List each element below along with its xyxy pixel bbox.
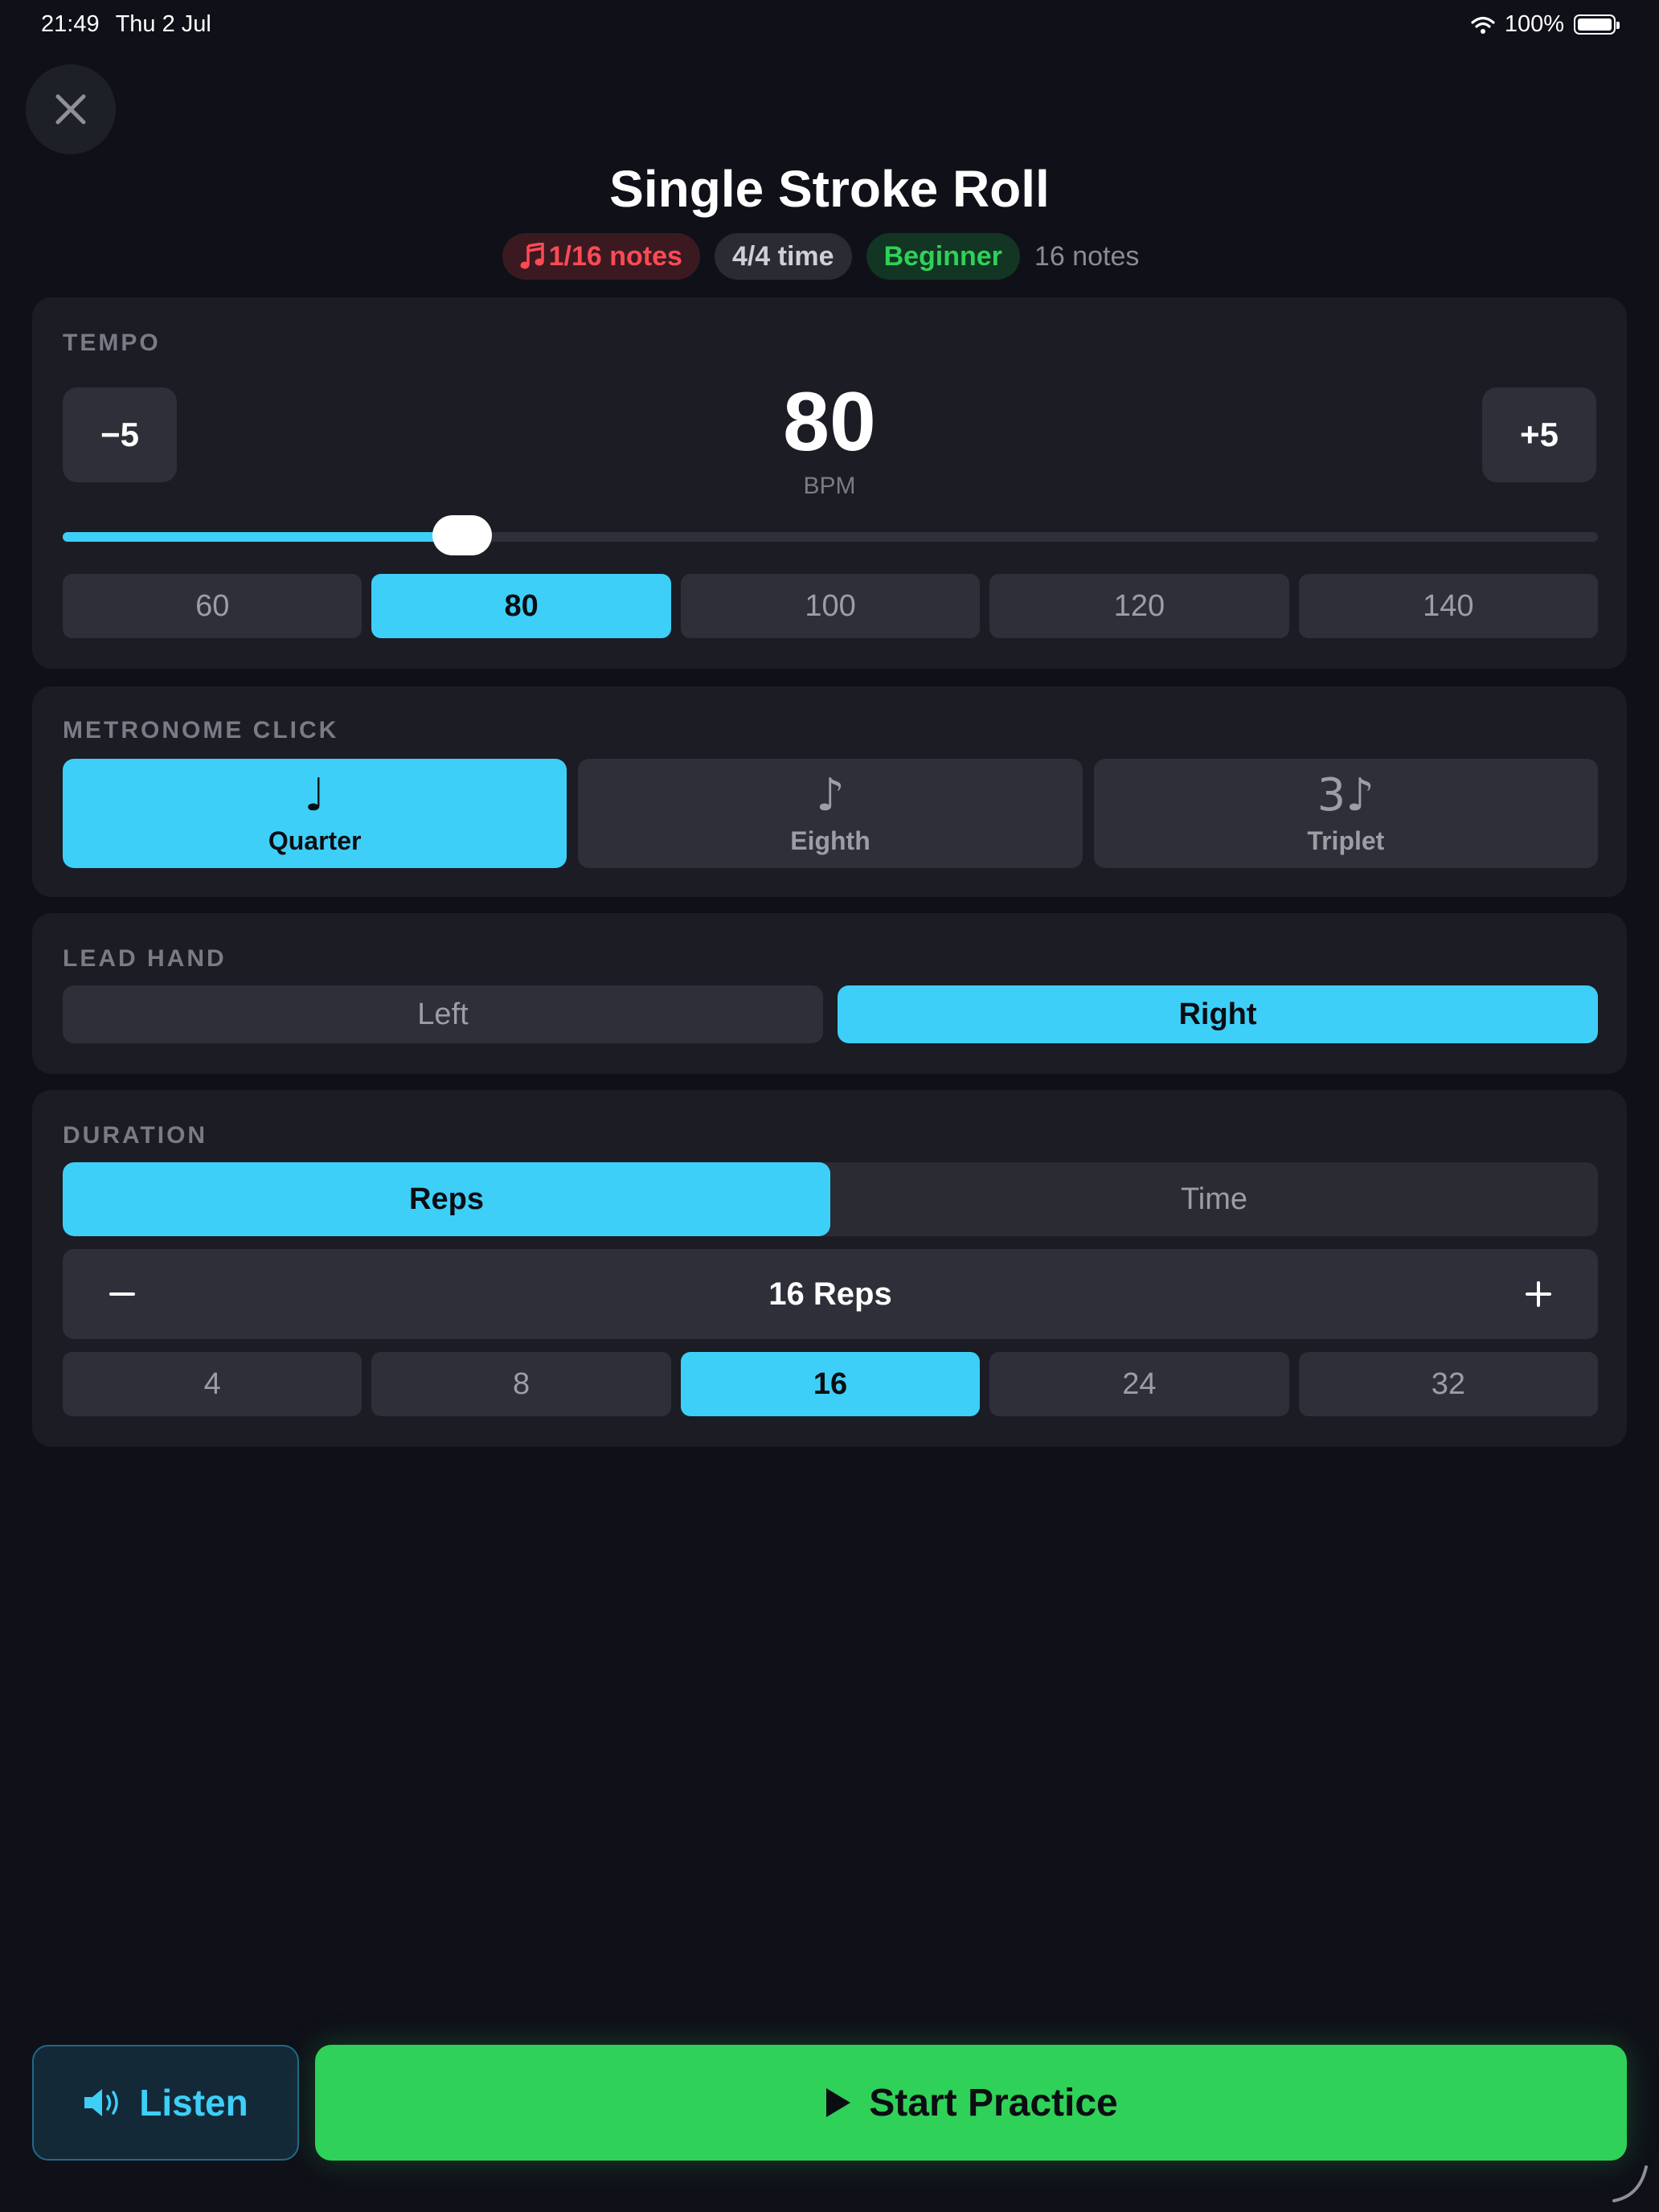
reps-preset-4[interactable]: 4 <box>63 1352 363 1416</box>
lead-hand-label: LEAD HAND <box>63 945 227 972</box>
reps-decrease-button[interactable] <box>77 1249 167 1339</box>
note-count: 16 notes <box>1034 240 1140 272</box>
metronome-card: METRONOME CLICK ♩ Quarter ♪ Eighth 3♪ Triplet <box>32 686 1627 897</box>
reps-preset-32[interactable]: 32 <box>1298 1352 1599 1416</box>
metronome-options: ♩ Quarter ♪ Eighth 3♪ Triplet <box>63 759 1598 868</box>
metronome-label: METRONOME CLICK <box>63 717 339 743</box>
time-signature-badge: 4/4 time <box>714 233 852 280</box>
status-date: Thu 2 Jul <box>115 11 211 37</box>
note-eighth-icon: ♪ <box>816 768 845 821</box>
lead-hand-options: Left Right <box>63 985 1598 1043</box>
metronome-option-label: Triplet <box>1307 825 1385 855</box>
music-note-icon <box>520 243 544 269</box>
bottom-action-bar: Listen Start Practice <box>0 2045 1659 2161</box>
battery-icon <box>1574 14 1620 35</box>
note-triplet-icon: 3♪ <box>1317 768 1374 821</box>
reps-value: 16 Reps <box>768 1276 892 1312</box>
lead-hand-left[interactable]: Left <box>63 985 823 1043</box>
bpm-unit: BPM <box>803 473 856 499</box>
lead-hand-card: LEAD HAND Left Right <box>32 913 1627 1074</box>
tempo-preset-140[interactable]: 140 <box>1298 574 1599 638</box>
metronome-option-label: Quarter <box>268 825 362 855</box>
exercise-tags: 1/16 notes 4/4 time Beginner 16 notes <box>0 233 1659 280</box>
note-quarter-icon: ♩ <box>304 768 326 821</box>
tempo-slider-thumb[interactable] <box>432 515 492 555</box>
metronome-option-eighth[interactable]: ♪ Eighth <box>578 759 1083 868</box>
reps-preset-24[interactable]: 24 <box>989 1352 1289 1416</box>
note-value-badge: 1/16 notes <box>502 233 700 280</box>
tempo-presets: 60 80 100 120 140 <box>63 574 1599 638</box>
metronome-option-quarter[interactable]: ♩ Quarter <box>63 759 567 868</box>
tempo-slider[interactable] <box>63 515 1598 555</box>
start-practice-button[interactable]: Start Practice <box>315 2045 1627 2161</box>
reps-increase-button[interactable] <box>1493 1249 1583 1339</box>
play-icon <box>826 2088 851 2117</box>
duration-label: DURATION <box>63 1122 208 1149</box>
tempo-slider-fill <box>63 532 462 542</box>
listen-button[interactable]: Listen <box>32 2045 299 2161</box>
plus-icon <box>1526 1281 1551 1307</box>
bpm-value: 80 <box>783 375 876 469</box>
reps-stepper: 16 Reps <box>63 1249 1598 1339</box>
listen-label: Listen <box>139 2082 248 2124</box>
page-title: Single Stroke Roll <box>609 160 1050 218</box>
reps-preset-16[interactable]: 16 <box>680 1352 981 1416</box>
wifi-icon <box>1471 16 1495 34</box>
status-indicators: 100% <box>1471 11 1620 38</box>
tempo-preset-120[interactable]: 120 <box>989 574 1289 638</box>
reps-preset-8[interactable]: 8 <box>371 1352 671 1416</box>
lead-hand-right[interactable]: Right <box>838 985 1598 1043</box>
close-icon <box>55 94 86 125</box>
status-bar: 21:49 Thu 2 Jul 100% <box>0 0 1659 51</box>
duration-mode-segment: Reps Time <box>63 1162 1598 1236</box>
duration-card: DURATION Reps Time 16 Reps 4 8 16 24 32 <box>32 1090 1627 1447</box>
resize-grabber-icon <box>1612 2165 1648 2202</box>
reps-presets: 4 8 16 24 32 <box>63 1352 1599 1416</box>
status-time: 21:49 <box>41 11 100 37</box>
battery-percent: 100% <box>1504 11 1564 37</box>
speaker-icon <box>84 2089 119 2116</box>
tempo-preset-80[interactable]: 80 <box>371 574 671 638</box>
duration-mode-reps[interactable]: Reps <box>63 1162 830 1236</box>
tempo-card: TEMPO −5 +5 80 BPM 60 80 100 120 140 <box>32 297 1627 669</box>
note-value-text: 1/16 notes <box>548 240 682 272</box>
status-clock: 21:49 Thu 2 Jul <box>41 11 211 38</box>
metronome-option-label: Eighth <box>790 825 870 855</box>
tempo-label: TEMPO <box>63 330 161 356</box>
tempo-preset-100[interactable]: 100 <box>680 574 981 638</box>
tempo-preset-60[interactable]: 60 <box>63 574 363 638</box>
close-button[interactable] <box>26 64 116 154</box>
minus-icon <box>109 1292 135 1296</box>
metronome-option-triplet[interactable]: 3♪ Triplet <box>1093 759 1598 868</box>
start-practice-label: Start Practice <box>869 2081 1118 2124</box>
duration-mode-time[interactable]: Time <box>830 1162 1598 1236</box>
level-badge: Beginner <box>866 233 1020 280</box>
